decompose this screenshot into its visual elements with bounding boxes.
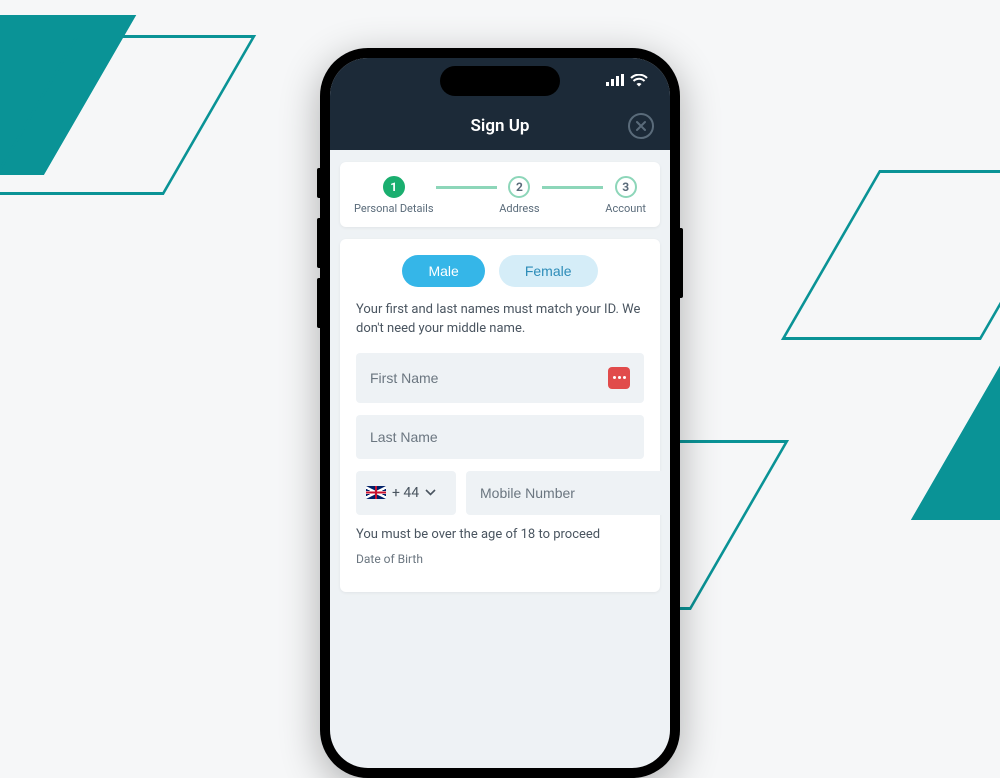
step-connector <box>436 186 498 189</box>
phone-screen: Sign Up 1 Personal Details 2 Address <box>330 58 670 768</box>
age-requirement-note: You must be over the age of 18 to procee… <box>356 527 644 542</box>
country-code-select[interactable]: + 44 <box>356 471 456 515</box>
gender-selector: Male Female <box>356 255 644 287</box>
step-address[interactable]: 2 Address <box>499 176 539 215</box>
phone-side-button <box>317 278 320 328</box>
decoration-parallelogram <box>781 170 1000 340</box>
signup-form: Male Female Your first and last names mu… <box>340 239 660 592</box>
cellular-signal-icon <box>606 74 624 86</box>
app-header: Sign Up <box>330 102 670 150</box>
mobile-number-field[interactable] <box>466 471 670 515</box>
phone-side-button <box>680 228 683 298</box>
phone-notch <box>440 66 560 96</box>
step-number: 3 <box>615 176 637 198</box>
step-label: Address <box>499 202 539 215</box>
first-name-field[interactable] <box>356 353 644 403</box>
step-number: 1 <box>383 176 405 198</box>
close-icon <box>635 120 647 132</box>
step-personal-details[interactable]: 1 Personal Details <box>354 176 434 215</box>
mobile-number-input[interactable] <box>480 485 661 501</box>
step-label: Account <box>605 202 646 215</box>
progress-stepper: 1 Personal Details 2 Address 3 Account <box>340 162 660 227</box>
chevron-down-icon <box>425 489 436 496</box>
last-name-input[interactable] <box>370 429 630 445</box>
country-code-value: + 44 <box>392 485 419 501</box>
name-match-note: Your first and last names must match you… <box>356 301 644 339</box>
content-area: 1 Personal Details 2 Address 3 Account <box>330 162 670 592</box>
phone-mockup: Sign Up 1 Personal Details 2 Address <box>320 48 680 778</box>
password-manager-icon[interactable] <box>608 367 630 389</box>
step-connector <box>542 186 604 189</box>
gender-male-button[interactable]: Male <box>402 255 484 287</box>
phone-side-button <box>317 218 320 268</box>
uk-flag-icon <box>366 486 386 499</box>
dob-label: Date of Birth <box>356 552 644 566</box>
decoration-parallelogram <box>911 350 1000 520</box>
last-name-field[interactable] <box>356 415 644 459</box>
step-label: Personal Details <box>354 202 434 215</box>
page-title: Sign Up <box>471 116 530 136</box>
step-number: 2 <box>508 176 530 198</box>
wifi-icon <box>630 74 648 87</box>
phone-side-button <box>317 168 320 198</box>
first-name-input[interactable] <box>370 370 608 386</box>
gender-female-button[interactable]: Female <box>499 255 598 287</box>
step-account[interactable]: 3 Account <box>605 176 646 215</box>
close-button[interactable] <box>628 113 654 139</box>
